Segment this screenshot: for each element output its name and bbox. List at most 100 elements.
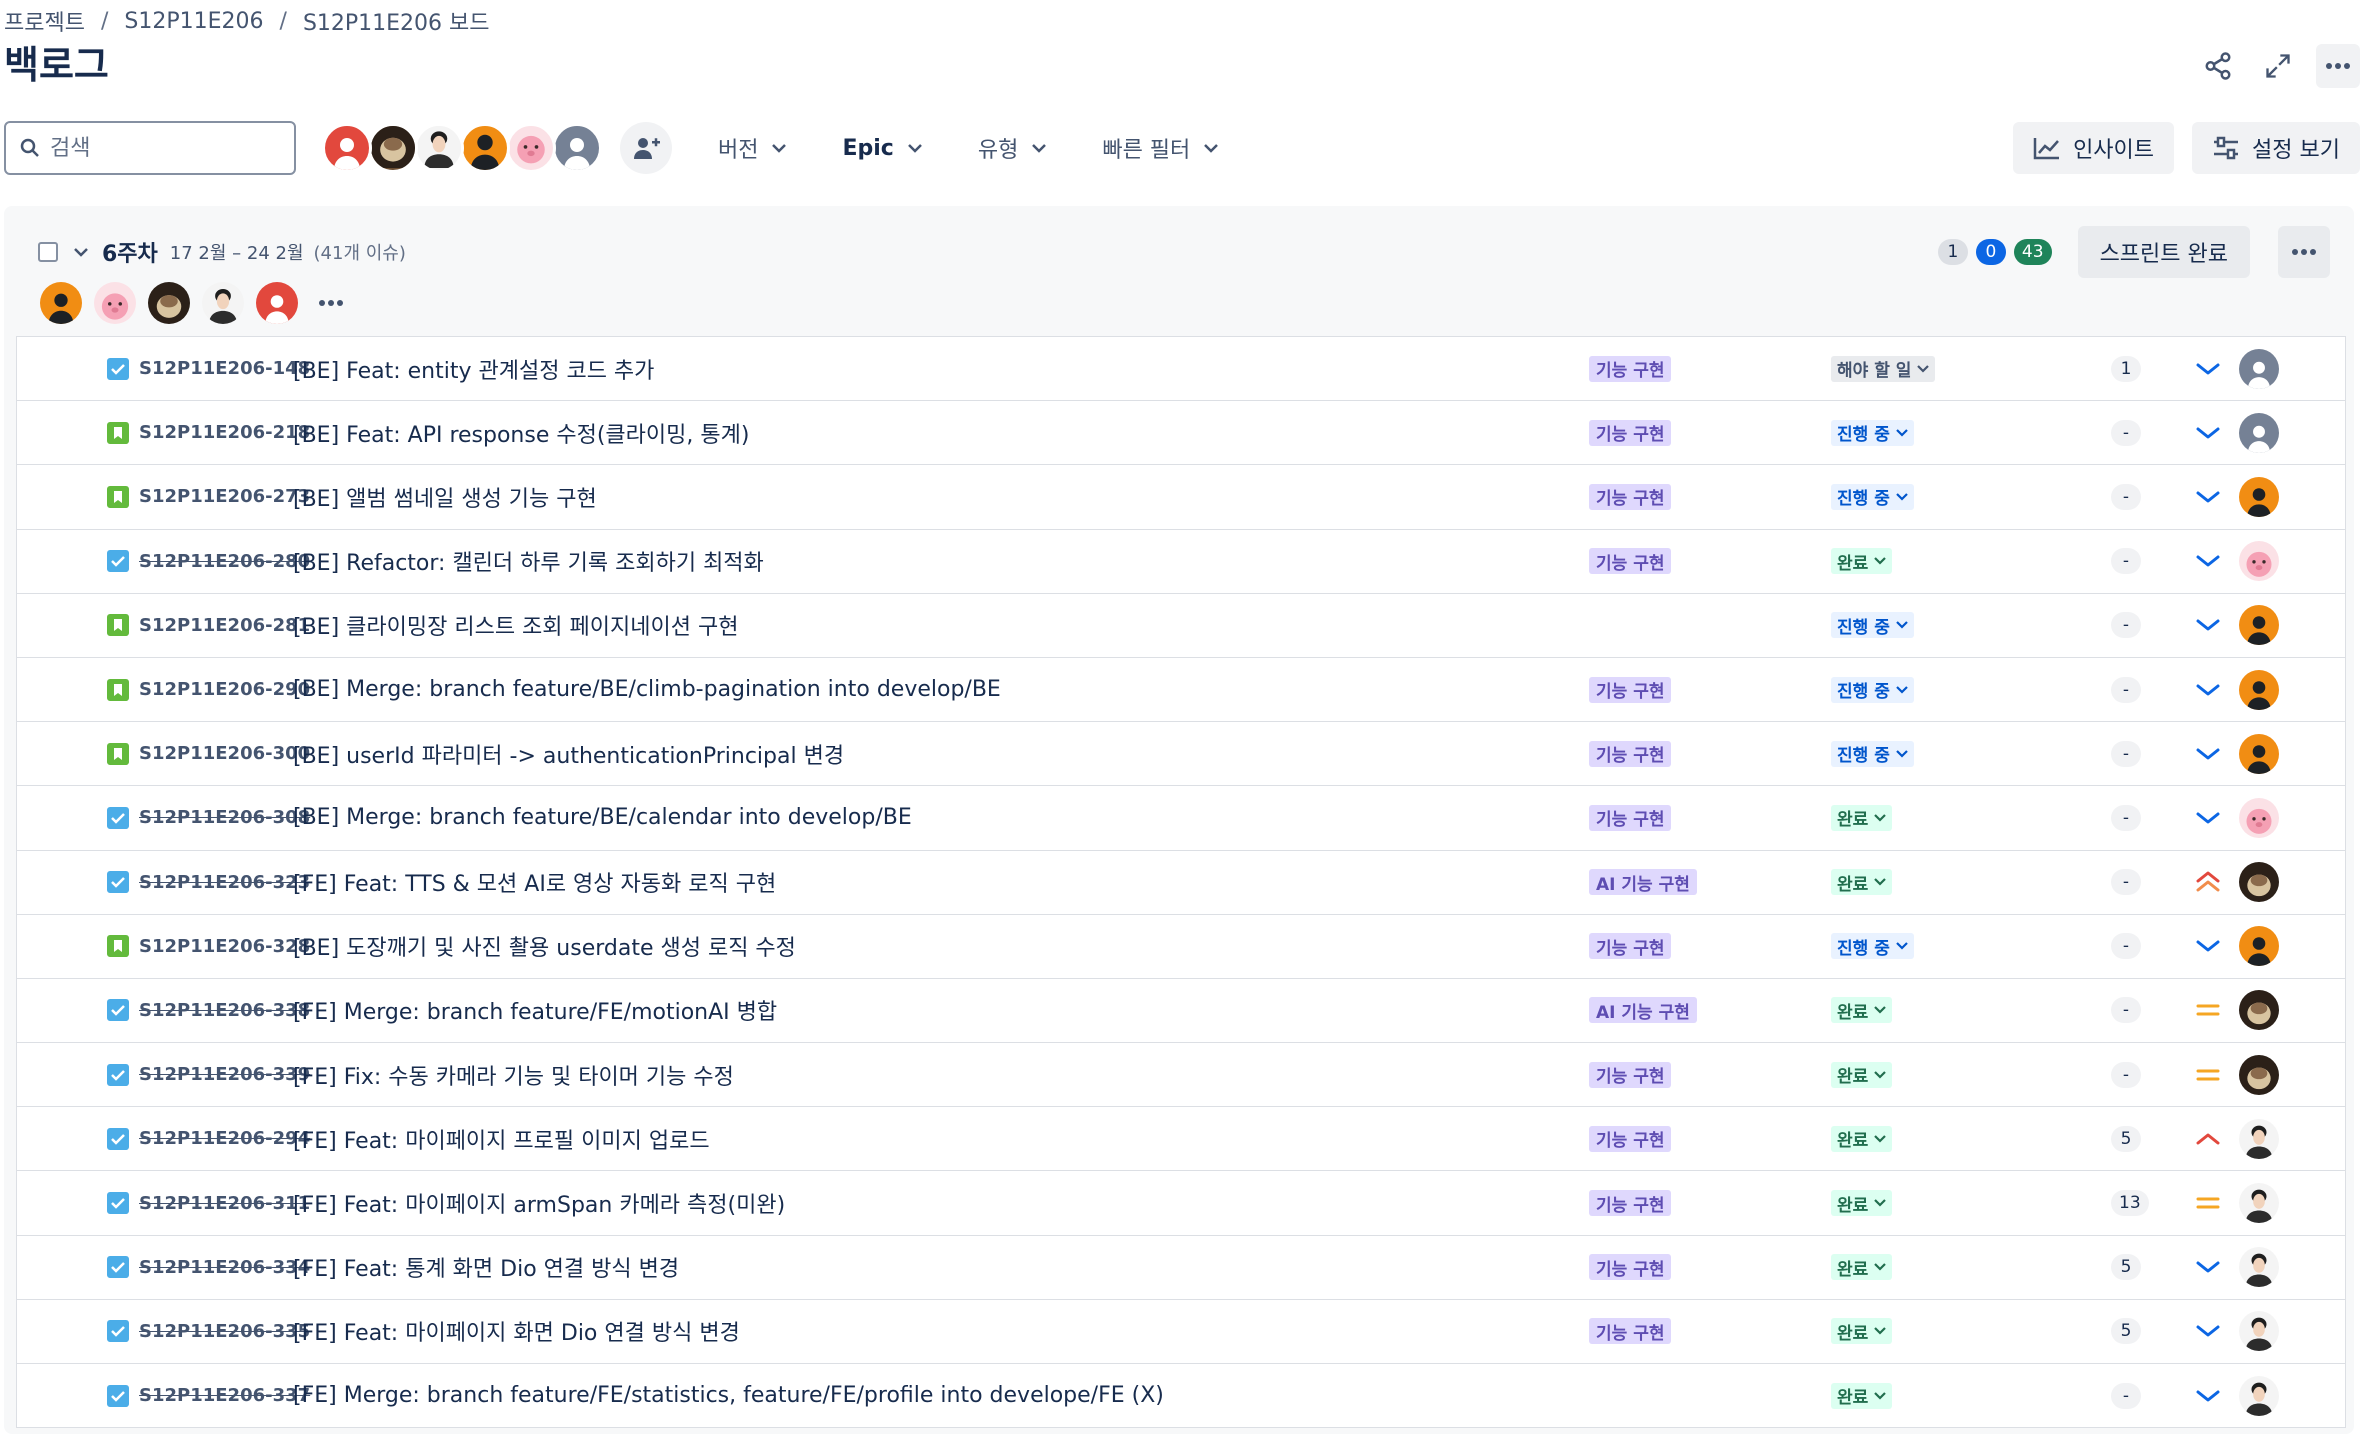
assignee-avatar[interactable] xyxy=(2239,733,2279,774)
epic-lozenge[interactable]: AI 기능 구현 xyxy=(1589,869,1697,896)
issue-row[interactable]: S12P11E206-281 [BE] 클라이밍장 리스트 조회 페이지네이션 구… xyxy=(16,593,2346,658)
status-dropdown[interactable]: 완료 xyxy=(1831,804,1893,831)
status-dropdown[interactable]: 완료 xyxy=(1831,1318,1893,1345)
filter-type[interactable]: 유형 xyxy=(968,122,1056,174)
priority-indicator[interactable] xyxy=(2193,1316,2223,1346)
assignee-avatar[interactable] xyxy=(2239,1054,2279,1095)
issue-summary[interactable]: [FE] Feat: 마이페이지 armSpan 카메라 측정(미완) xyxy=(293,1187,785,1219)
assignee-avatar[interactable] xyxy=(2239,990,2279,1031)
insight-button[interactable]: 인사이트 xyxy=(2013,122,2175,174)
sprint-more-button[interactable] xyxy=(2278,226,2330,278)
issue-key[interactable]: S12P11E206-337 xyxy=(139,1385,310,1406)
priority-indicator[interactable] xyxy=(2193,1188,2223,1218)
issue-summary[interactable]: [FE] Fix: 수동 카메라 기능 및 타이머 기능 수정 xyxy=(293,1059,734,1091)
issue-key[interactable]: S12P11E206-294 xyxy=(139,1128,310,1149)
priority-indicator[interactable] xyxy=(2193,1252,2223,1282)
issue-row[interactable]: S12P11E206-280 [BE] Refactor: 캘린더 하루 기록 조… xyxy=(16,529,2346,594)
issue-row[interactable]: S12P11E206-335 [FE] Feat: 마이페이지 화면 Dio 연결… xyxy=(16,1299,2346,1364)
add-people-button[interactable] xyxy=(620,122,672,174)
avatar[interactable] xyxy=(368,123,418,173)
epic-lozenge[interactable]: 기능 구현 xyxy=(1589,483,1672,510)
fullscreen-button[interactable] xyxy=(2256,44,2300,88)
avatar[interactable] xyxy=(506,123,556,173)
assignee-avatar[interactable] xyxy=(2239,476,2279,517)
epic-lozenge[interactable]: 기능 구현 xyxy=(1589,740,1672,767)
epic-lozenge[interactable]: 기능 구현 xyxy=(1589,1318,1672,1345)
issue-key[interactable]: S12P11E206-300 xyxy=(139,743,310,764)
status-dropdown[interactable]: 완료 xyxy=(1831,1190,1893,1217)
epic-lozenge[interactable]: 기능 구현 xyxy=(1589,1254,1672,1281)
epic-lozenge[interactable]: 기능 구현 xyxy=(1589,676,1672,703)
story-points-badge[interactable]: 5 xyxy=(2111,1254,2141,1281)
story-points-badge[interactable]: 1 xyxy=(2111,355,2141,382)
sprint-select-checkbox[interactable] xyxy=(38,242,58,262)
story-points-badge[interactable]: - xyxy=(2111,419,2141,446)
status-dropdown[interactable]: 진행 중 xyxy=(1831,419,1914,446)
issue-summary[interactable]: [FE] Feat: 통계 화면 Dio 연결 방식 변경 xyxy=(293,1251,679,1283)
issue-summary[interactable]: [FE] Feat: 마이페이지 화면 Dio 연결 방식 변경 xyxy=(293,1315,740,1347)
view-settings-button[interactable]: 설정 보기 xyxy=(2192,122,2360,174)
epic-lozenge[interactable]: 기능 구현 xyxy=(1589,804,1672,831)
issue-row[interactable]: S12P11E206-311 [FE] Feat: 마이페이지 armSpan 카… xyxy=(16,1171,2346,1236)
priority-indicator[interactable] xyxy=(2193,418,2223,448)
breadcrumb-item-projects[interactable]: 프로젝트 xyxy=(4,5,85,37)
issue-row[interactable]: S12P11E206-218 [BE] Feat: API response 수정… xyxy=(16,401,2346,466)
issue-row[interactable]: S12P11E206-308 [BE] Merge: branch feature… xyxy=(16,786,2346,851)
priority-indicator[interactable] xyxy=(2193,1381,2223,1411)
priority-indicator[interactable] xyxy=(2193,675,2223,705)
story-points-badge[interactable]: 5 xyxy=(2111,1318,2141,1345)
sprint-name[interactable]: 6주차 xyxy=(102,236,158,268)
status-dropdown[interactable]: 진행 중 xyxy=(1831,612,1914,639)
search-input[interactable] xyxy=(50,135,270,161)
more-actions-button[interactable] xyxy=(2316,44,2360,88)
issue-summary[interactable]: [BE] 클라이밍장 리스트 조회 페이지네이션 구현 xyxy=(293,609,738,641)
avatar[interactable] xyxy=(40,282,82,324)
priority-indicator[interactable] xyxy=(2193,739,2223,769)
share-button[interactable] xyxy=(2196,44,2240,88)
complete-sprint-button[interactable]: 스프린트 완료 xyxy=(2077,226,2250,278)
issue-key[interactable]: S12P11E206-218 xyxy=(139,422,310,443)
issue-key[interactable]: S12P11E206-273 xyxy=(139,486,310,507)
assignee-avatar[interactable] xyxy=(2239,412,2279,453)
issue-key[interactable]: S12P11E206-280 xyxy=(139,551,310,572)
issue-summary[interactable]: [FE] Merge: branch feature/FE/statistics… xyxy=(293,1383,1164,1408)
status-dropdown[interactable]: 완료 xyxy=(1831,1125,1893,1152)
filter-quick[interactable]: 빠른 필터 xyxy=(1092,122,1228,174)
epic-lozenge[interactable]: 기능 구현 xyxy=(1589,419,1672,446)
issue-key[interactable]: S12P11E206-339 xyxy=(139,1064,310,1085)
story-points-badge[interactable]: - xyxy=(2111,676,2141,703)
issue-summary[interactable]: [BE] 앨범 썸네일 생성 기능 구현 xyxy=(293,481,597,513)
breadcrumb-item-board[interactable]: S12P11E206 보드 xyxy=(303,5,490,37)
priority-indicator[interactable] xyxy=(2193,546,2223,576)
issue-summary[interactable]: [BE] Merge: branch feature/BE/calendar i… xyxy=(293,805,912,830)
priority-indicator[interactable] xyxy=(2193,1060,2223,1090)
issue-summary[interactable]: [BE] Merge: branch feature/BE/climb-pagi… xyxy=(293,677,1001,702)
issue-summary[interactable]: [FE] Merge: branch feature/FE/motionAI 병… xyxy=(293,994,777,1026)
priority-indicator[interactable] xyxy=(2193,1124,2223,1154)
status-dropdown[interactable]: 완료 xyxy=(1831,1254,1893,1281)
issue-key[interactable]: S12P11E206-323 xyxy=(139,872,310,893)
avatar[interactable] xyxy=(322,123,372,173)
issue-row[interactable]: S12P11E206-300 [BE] userId 파라미터 -> authen… xyxy=(16,722,2346,787)
issue-key[interactable]: S12P11E206-335 xyxy=(139,1321,310,1342)
epic-lozenge[interactable]: 기능 구현 xyxy=(1589,548,1672,575)
priority-indicator[interactable] xyxy=(2193,354,2223,384)
issue-row[interactable]: S12P11E206-339 [FE] Fix: 수동 카메라 기능 및 타이머 … xyxy=(16,1043,2346,1108)
issue-row[interactable]: S12P11E206-328 [BE] 도장깨기 및 사진 촬용 userdate… xyxy=(16,914,2346,979)
filter-version[interactable]: 버전 xyxy=(708,122,796,174)
issue-key[interactable]: S12P11E206-311 xyxy=(139,1193,310,1214)
issue-row[interactable]: S12P11E206-290 [BE] Merge: branch feature… xyxy=(16,657,2346,723)
story-points-badge[interactable]: - xyxy=(2111,612,2141,639)
epic-lozenge[interactable]: 기능 구현 xyxy=(1589,355,1672,382)
avatar[interactable] xyxy=(414,123,464,173)
story-points-badge[interactable]: - xyxy=(2111,740,2141,767)
assignee-avatar[interactable] xyxy=(2239,605,2279,646)
status-dropdown[interactable]: 완료 xyxy=(1831,997,1893,1024)
status-dropdown[interactable]: 진행 중 xyxy=(1831,483,1914,510)
status-dropdown[interactable]: 완료 xyxy=(1831,1061,1893,1088)
search-box[interactable] xyxy=(4,121,296,175)
assignee-avatar[interactable] xyxy=(2239,926,2279,967)
priority-indicator[interactable] xyxy=(2193,610,2223,640)
chevron-down-icon[interactable] xyxy=(74,247,88,257)
priority-indicator[interactable] xyxy=(2193,482,2223,512)
